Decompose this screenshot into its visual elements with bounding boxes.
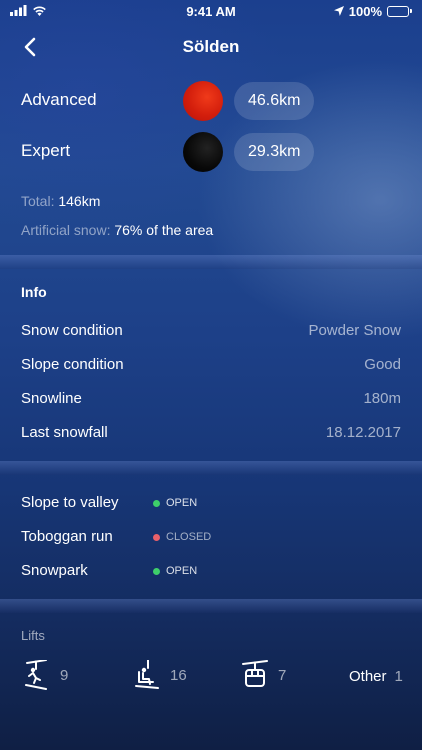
- info-label: Snowline: [21, 390, 82, 407]
- section-divider: [0, 255, 422, 269]
- run-length-pill: 29.3km: [234, 133, 315, 171]
- status-text: CLOSED: [166, 531, 212, 543]
- cellular-signal-icon: [10, 4, 27, 19]
- difficulty-color-dot: [183, 81, 223, 121]
- chairlift-icon: [134, 660, 160, 690]
- artificial-snow-line: Artificial snow: 76% of the area: [21, 222, 213, 238]
- lift-count: 1: [394, 668, 403, 685]
- info-row-snowline: Snowline 180m: [0, 390, 422, 410]
- location-arrow-icon: [333, 4, 344, 19]
- info-row-snow-condition: Snow condition Powder Snow: [0, 322, 422, 342]
- info-label: Slope condition: [21, 356, 124, 373]
- battery-percentage: 100%: [348, 3, 382, 19]
- lift-chairlift: 16: [134, 660, 187, 690]
- status-text: OPEN: [166, 565, 198, 577]
- run-row-advanced: Advanced 46.6km: [0, 80, 422, 121]
- status-dot-open: [153, 567, 160, 575]
- lift-gondola: 7: [242, 660, 286, 690]
- status-bar: 9:41 AM 100%: [0, 0, 422, 22]
- gondola-icon: [242, 660, 268, 690]
- info-label: Last snowfall: [21, 424, 108, 441]
- info-title: Info: [21, 284, 47, 300]
- info-value: Good: [364, 356, 401, 373]
- facility-row-toboggan-run: Toboggan run CLOSED: [0, 528, 422, 548]
- status-dot-open: [153, 499, 160, 507]
- lift-count: 9: [60, 666, 69, 684]
- lifts-title: Lifts: [21, 628, 45, 643]
- info-label: Snow condition: [21, 322, 123, 339]
- status-badge: OPEN: [153, 497, 197, 509]
- nav-bar: Sölden: [0, 28, 422, 66]
- total-value: 146km: [58, 193, 101, 209]
- lift-drag-lift: 9: [24, 660, 68, 690]
- status-dot-closed: [153, 533, 160, 541]
- run-row-expert: Expert 29.3km: [0, 131, 422, 172]
- battery-icon: [387, 5, 412, 17]
- lift-count: 16: [170, 666, 187, 684]
- section-divider: [0, 461, 422, 475]
- info-value: Powder Snow: [308, 322, 401, 339]
- facility-label: Slope to valley: [21, 494, 119, 511]
- facility-row-snowpark: Snowpark OPEN: [0, 562, 422, 582]
- status-badge: OPEN: [153, 565, 197, 577]
- run-label: Advanced: [21, 90, 97, 109]
- info-value: 180m: [363, 390, 401, 407]
- section-divider: [0, 599, 422, 613]
- info-value: 18.12.2017: [325, 424, 401, 441]
- facility-label: Toboggan run: [21, 528, 113, 545]
- difficulty-color-dot: [183, 132, 223, 172]
- total-label: Total:: [21, 193, 55, 209]
- run-length-pill: 46.6km: [234, 82, 315, 120]
- status-badge: CLOSED: [153, 531, 211, 543]
- drag-lift-icon: [24, 660, 50, 690]
- facility-label: Snowpark: [21, 562, 88, 579]
- facility-row-slope-to-valley: Slope to valley OPEN: [0, 494, 422, 514]
- info-row-slope-condition: Slope condition Good: [0, 356, 422, 376]
- status-text: OPEN: [166, 497, 198, 509]
- lift-count: 7: [278, 666, 287, 684]
- lift-other: Other 1: [349, 668, 403, 685]
- run-label: Expert: [21, 141, 71, 160]
- artificial-snow-value: 76% of the area: [114, 222, 214, 238]
- lift-other-label: Other: [349, 668, 387, 685]
- page-title: Sölden: [182, 37, 240, 56]
- lifts-row: 9 16 7 Other 1: [0, 660, 422, 696]
- total-line: Total: 146km: [21, 193, 100, 209]
- info-row-last-snowfall: Last snowfall 18.12.2017: [0, 424, 422, 444]
- wifi-icon: [32, 4, 47, 19]
- artificial-snow-label: Artificial snow:: [21, 222, 111, 238]
